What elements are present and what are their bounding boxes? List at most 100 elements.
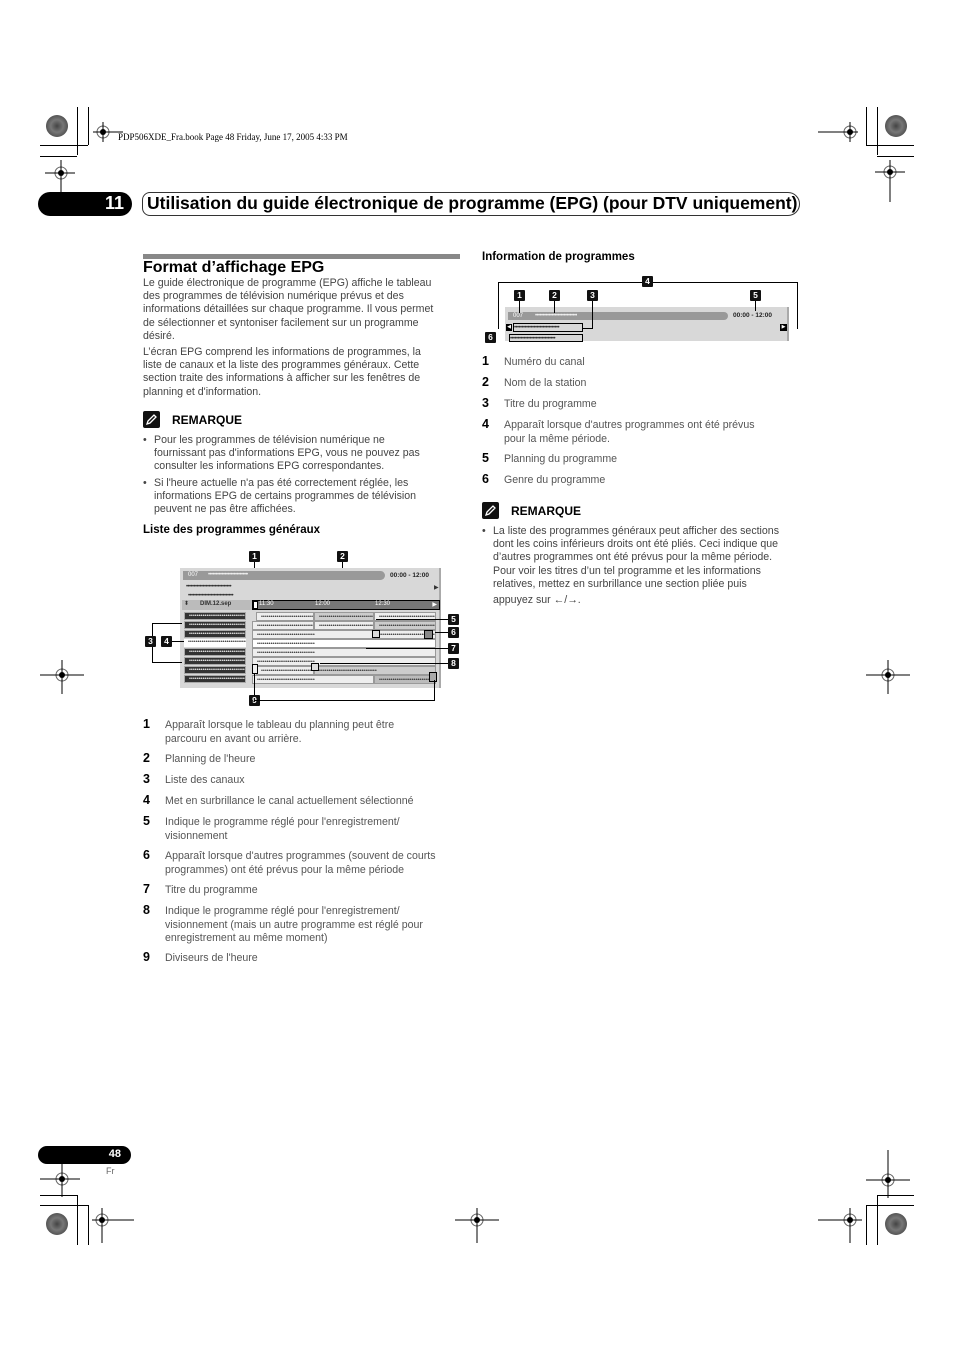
program-genre: •••••••••••••••••••••••••••••• — [188, 593, 234, 599]
epg-screen: 007 •••••••••••••••••••••••••••••• 00:00… — [180, 568, 441, 688]
time-label: 12:30 — [375, 601, 391, 607]
sort-icon: ⬍ — [184, 601, 190, 607]
text-line: Met en surbrillance le canal actuellemen… — [165, 795, 414, 807]
text-line: appuyez sur ←/→. — [493, 594, 581, 607]
callout-4: 4 — [642, 276, 653, 287]
station-name: •••••••••••••••••••••••••••••• — [208, 572, 248, 578]
channel-item: •••••••••••••••••••••••••••••• — [184, 657, 246, 665]
callout-line — [320, 663, 448, 664]
program-cell: •••••••••••••••••••••••••••••• — [252, 675, 374, 684]
text-line: Apparaît lorsque le tableau du planning … — [165, 719, 395, 731]
folded-corner-icon — [424, 630, 433, 639]
text-line: pour la même période. — [504, 432, 610, 445]
text-line: consulter les informations EPG correspon… — [154, 460, 385, 473]
bracket-line — [797, 282, 798, 329]
program-cell-selected: •••••••••••••••••••••••••••••• — [252, 639, 436, 648]
subhead-program-info: Information de programmes — [482, 251, 635, 263]
callout-6: 6 — [485, 332, 496, 343]
crop-line — [40, 1205, 88, 1207]
item-number: 3 — [482, 396, 489, 410]
callout-7: 7 — [448, 643, 459, 654]
channel-item: •••••••••••••••••••••••••••••• — [184, 666, 246, 674]
crop-line — [88, 1205, 90, 1245]
scroll-right-icon: ▶ — [432, 602, 437, 608]
program-genre: •••••••••••••••••••••••••••••• — [509, 334, 583, 342]
channel-item: •••••••••••••••••••••••••••••• — [184, 648, 246, 656]
registration-disc-icon — [46, 115, 68, 137]
text-line: Apparaît lorsque d'autres programmes (so… — [165, 850, 436, 862]
legend-item: 6 Genre du programme — [482, 472, 605, 488]
text-line: Indique le programme réglé pour l'enregi… — [165, 905, 400, 917]
legend-item: 6 Apparaît lorsque d'autres programmes (s… — [143, 848, 436, 877]
text-line: Nom de la station — [504, 377, 587, 389]
program-cell: •••••••••••••••••••••••••••••• — [252, 648, 436, 657]
note-bullet: • Pour les programmes de télévision numé… — [143, 434, 420, 473]
crosshair-icon — [92, 1208, 134, 1243]
program-cell: •••••••••••••••••••••••••••••• — [256, 666, 314, 675]
text-line: relatives, mettez en surbrillance une se… — [493, 577, 747, 590]
crop-line — [40, 156, 77, 158]
text-line: La liste des programmes généraux peut af… — [493, 525, 779, 537]
program-cell: •••••••••••••••••••••••••••••• — [314, 612, 374, 621]
text-line: Numéro du canal — [504, 356, 585, 368]
crosshair-icon — [40, 660, 84, 694]
item-number: 2 — [143, 751, 150, 765]
text-line: liste de canaux et la liste des programm… — [143, 359, 420, 372]
note-bullet: • Si l'heure actuelle n'a pas été correc… — [143, 477, 417, 516]
crosshair-icon — [866, 660, 910, 694]
channel-item: •••••••••••••••••••••••••••••• — [184, 630, 246, 638]
registration-disc-icon — [46, 1213, 68, 1235]
crop-line — [866, 145, 914, 147]
crop-line — [866, 107, 868, 145]
program-cell: •••••••••••••••••••••••••••••• — [374, 675, 436, 684]
callout-2: 2 — [337, 551, 348, 562]
scroll-right-icon: ▶ — [434, 585, 439, 591]
intro-paragraph: Le guide électronique de programme (EPG)… — [143, 277, 433, 343]
book-info: PDP506XDE_Fra.book Page 48 Friday, June … — [118, 132, 348, 142]
registration-disc-icon — [885, 115, 907, 137]
legend-item: 2 Planning de l'heure — [143, 751, 255, 767]
crop-line — [88, 107, 90, 145]
item-number: 6 — [482, 472, 489, 486]
callout-4: 4 — [161, 636, 172, 647]
bracket-line — [498, 282, 642, 283]
text-line: peuvent ne pas être affichées. — [154, 503, 296, 516]
channel-item: •••••••••••••••••••••••••••••• — [184, 621, 246, 629]
item-number: 1 — [143, 717, 150, 731]
text-line: L’écran EPG comprend les informations de… — [143, 346, 421, 358]
legend-item: 1 Apparaît lorsque le tableau du planning… — [143, 717, 395, 746]
legend-item: 5 Indique le programme réglé pour l'enreg… — [143, 814, 400, 843]
program-cell: •••••••••••••••••••••••••••••• — [256, 612, 314, 621]
legend-item: 1 Numéro du canal — [482, 354, 585, 370]
text-line: Titre du programme — [504, 398, 597, 410]
item-number: 3 — [143, 772, 150, 786]
text-line: Pour voir les titres d’un tel programme … — [493, 564, 761, 577]
date-label: DIM.12.sep — [200, 601, 232, 607]
text-line: Planning du programme — [504, 453, 618, 465]
page-number-tab: 48 — [38, 1146, 131, 1164]
channel-item: •••••••••••••••••••••••••••••• — [184, 675, 246, 683]
item-number: 5 — [482, 451, 489, 465]
subhead-program-list: Liste des programmes généraux — [143, 524, 321, 536]
warning-record-icon — [311, 663, 319, 671]
crop-line — [40, 145, 88, 147]
item-number: 9 — [143, 950, 150, 964]
crop-line — [77, 1195, 79, 1245]
crosshair-icon — [866, 1150, 910, 1198]
program-cell: •••••••••••••••••••••••••••••• — [252, 657, 436, 666]
program-title: •••••••••••••••••••••••••••••• — [513, 323, 583, 332]
legend-item: 2 Nom de la station — [482, 375, 587, 391]
pencil-note-icon — [143, 411, 160, 428]
callout-line — [434, 680, 435, 701]
hour-divider — [252, 664, 258, 674]
text-line: de sélectionner et syntoniser facilement… — [143, 316, 419, 329]
crosshair-icon — [40, 1163, 80, 1197]
callout-line — [755, 301, 756, 311]
text-line: visionnement — [165, 829, 228, 842]
section-title: Format d’affichage EPG — [143, 259, 325, 276]
text-line: d’autres programmes ont été prévus pour … — [493, 551, 773, 564]
callout-line — [366, 648, 448, 649]
item-number: 6 — [143, 848, 150, 862]
callout-5: 5 — [448, 614, 459, 625]
note-bullet: • La liste des programmes généraux peut … — [482, 525, 779, 607]
